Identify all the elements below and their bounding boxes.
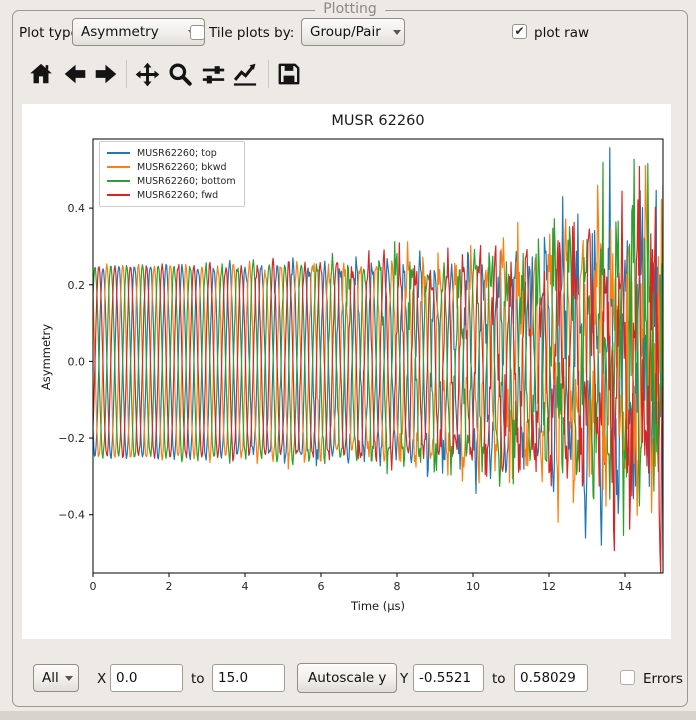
floppy-disk-icon: [276, 61, 302, 87]
legend-line-swatch: [107, 166, 130, 169]
tile-plots-label[interactable]: Tile plots by:: [209, 25, 294, 41]
range-selector-value: All: [42, 670, 59, 686]
x-tick-label: 10: [466, 580, 480, 593]
forward-button[interactable]: [91, 58, 121, 90]
save-button[interactable]: [274, 58, 304, 90]
window-edge: [0, 711, 696, 720]
x-tick-label: 0: [90, 580, 97, 593]
chevron-down-icon: [393, 30, 401, 35]
y-to-field[interactable]: [514, 664, 588, 692]
y-from-field[interactable]: [413, 664, 484, 692]
zoom-button[interactable]: [165, 58, 195, 90]
legend-label: MUSR62260; bkwd: [137, 162, 227, 173]
x-tick-label: 14: [618, 580, 632, 593]
legend-label: MUSR62260; top: [137, 148, 217, 159]
plot-raw-label[interactable]: plot raw: [534, 25, 589, 41]
to-label: to: [191, 671, 205, 687]
back-arrow-icon: [62, 61, 88, 87]
plotting-window: Plotting Plot type : Asymmetry Tile plot…: [0, 0, 696, 720]
x-range-label: X: [97, 671, 106, 687]
legend-entry: MUSR62260; top: [107, 146, 236, 160]
configure-subplots-button[interactable]: [198, 58, 228, 90]
legend-entry: MUSR62260; bkwd: [107, 160, 236, 174]
home-button[interactable]: [26, 58, 56, 90]
legend-line-swatch: [107, 180, 130, 183]
plot-raw-checkbox[interactable]: [512, 24, 527, 39]
pan-button[interactable]: [132, 58, 162, 90]
plot-type-value: Asymmetry: [81, 24, 159, 40]
range-selector-combobox[interactable]: All: [33, 664, 79, 692]
errors-label[interactable]: Errors: [643, 671, 683, 687]
pan-icon: [134, 61, 161, 88]
chevron-down-icon: [65, 676, 73, 681]
legend-entry: MUSR62260; bottom: [107, 174, 236, 188]
to-label: to: [492, 671, 506, 687]
x-from-field[interactable]: [110, 664, 183, 692]
x-to-field[interactable]: [212, 664, 285, 692]
back-button[interactable]: [60, 58, 90, 90]
y-range-label: Y: [400, 671, 408, 687]
toolbar-separator: [268, 60, 269, 88]
autoscale-y-button[interactable]: Autoscale y: [297, 663, 397, 693]
errors-checkbox[interactable]: [620, 670, 635, 685]
tile-by-value: Group/Pair: [310, 24, 381, 40]
plot-canvas[interactable]: MUSR 62260 Asymmetry Time (μs) 024681012…: [22, 104, 671, 639]
sliders-icon: [200, 61, 227, 88]
legend-label: MUSR62260; bottom: [137, 176, 236, 187]
x-tick-label: 2: [166, 580, 173, 593]
magnifier-icon: [167, 61, 193, 87]
forward-arrow-icon: [93, 61, 119, 87]
plot-legend: MUSR62260; top MUSR62260; bkwd MUSR62260; …: [99, 141, 245, 207]
legend-label: MUSR62260; fwd: [137, 190, 218, 201]
y-tick-label: 0.2: [68, 279, 86, 292]
x-tick-label: 4: [242, 580, 249, 593]
tile-plots-checkbox[interactable]: [190, 25, 205, 40]
legend-line-swatch: [107, 194, 130, 197]
groupbox-title: Plotting: [315, 1, 385, 17]
tile-by-combobox[interactable]: Group/Pair: [301, 18, 405, 46]
edit-plot-button[interactable]: [230, 58, 260, 90]
y-tick-label: −0.4: [58, 509, 85, 522]
plot-type-combobox[interactable]: Asymmetry: [72, 18, 205, 46]
y-tick-label: 0.0: [68, 355, 86, 368]
y-tick-label: −0.2: [58, 432, 85, 445]
x-tick-label: 8: [394, 580, 401, 593]
toolbar-separator: [126, 60, 127, 88]
y-tick-label: 0.4: [68, 202, 86, 215]
legend-line-swatch: [107, 152, 130, 155]
legend-entry: MUSR62260; fwd: [107, 188, 236, 202]
line-chart-icon: [231, 60, 259, 88]
x-tick-label: 6: [318, 580, 325, 593]
home-icon: [28, 61, 54, 87]
x-tick-label: 12: [542, 580, 556, 593]
